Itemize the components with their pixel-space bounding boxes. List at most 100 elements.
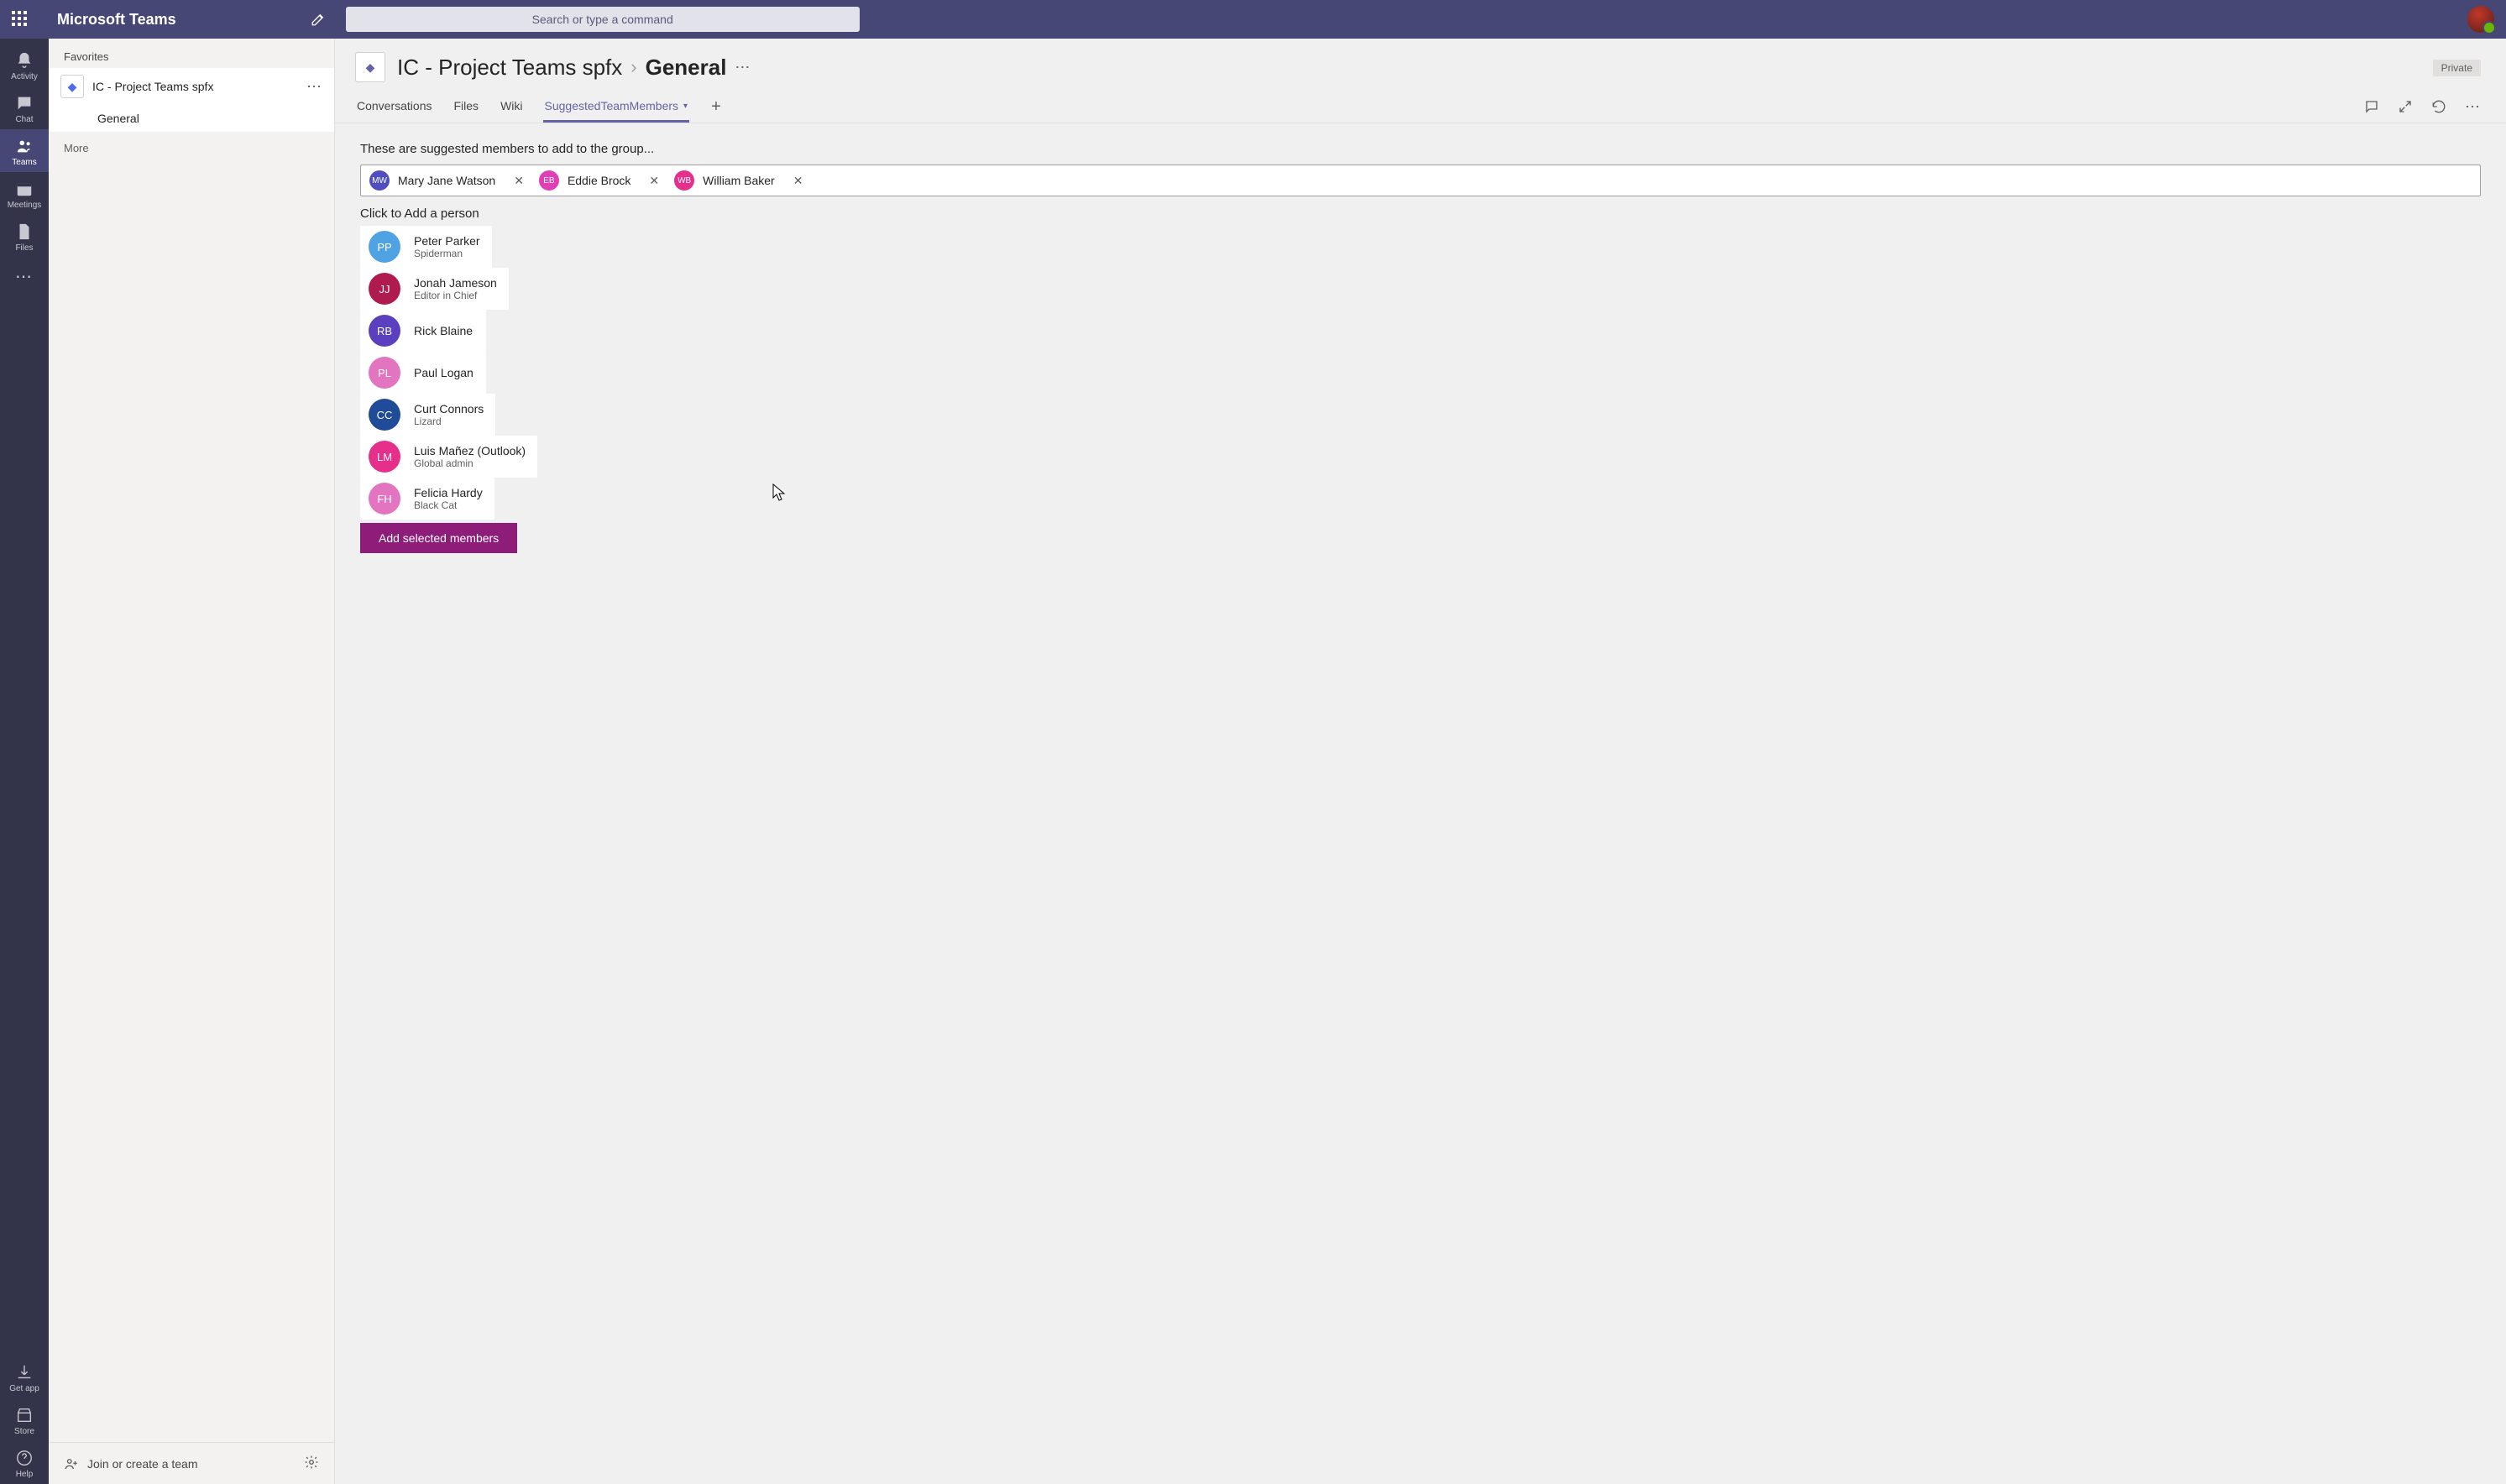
files-icon bbox=[14, 222, 34, 242]
rail-item-teams[interactable]: Teams bbox=[0, 129, 49, 172]
avatar-icon: WB bbox=[674, 170, 694, 191]
teams-icon bbox=[14, 136, 34, 156]
rail-label: Store bbox=[14, 1427, 34, 1436]
rail-item-help[interactable]: Help bbox=[0, 1441, 49, 1484]
suggestion-name: Jonah Jameson bbox=[414, 276, 497, 290]
search-placeholder: Search or type a command bbox=[532, 13, 673, 26]
rail-label: Get app bbox=[9, 1384, 39, 1393]
member-name: Eddie Brock bbox=[568, 174, 630, 187]
search-input[interactable]: Search or type a command bbox=[346, 7, 860, 32]
team-row[interactable]: ◆ IC - Project Teams spfx ⋯ bbox=[49, 68, 334, 105]
avatar-icon: RB bbox=[369, 315, 400, 347]
main-content: ◆ IC - Project Teams spfx › General ⋯ Pr… bbox=[335, 39, 2506, 1484]
store-icon bbox=[14, 1405, 34, 1425]
tab-files[interactable]: Files bbox=[453, 91, 481, 123]
suggestion-card[interactable]: PL Paul Logan bbox=[360, 352, 486, 394]
tab-more-icon[interactable]: ⋯ bbox=[2465, 98, 2481, 116]
team-avatar-icon: ◆ bbox=[60, 75, 84, 98]
join-create-team-button[interactable]: Join or create a team bbox=[64, 1456, 198, 1471]
suggestion-name: Paul Logan bbox=[414, 366, 473, 379]
hint-text: Click to Add a person bbox=[360, 206, 2481, 221]
selected-member-pill: EB Eddie Brock ✕ bbox=[539, 170, 662, 191]
suggestion-card[interactable]: CC Curt ConnorsLizard bbox=[360, 394, 495, 436]
rail-item-files[interactable]: Files bbox=[0, 215, 49, 258]
app-title: Microsoft Teams bbox=[57, 11, 176, 29]
app-launcher-icon[interactable] bbox=[12, 11, 29, 28]
tab-content: These are suggested members to add to th… bbox=[335, 123, 2506, 1484]
suggestion-name: Curt Connors bbox=[414, 402, 484, 415]
more-teams[interactable]: More bbox=[49, 132, 334, 165]
settings-gear-icon[interactable] bbox=[304, 1455, 319, 1472]
suggestion-subtitle: Editor in Chief bbox=[414, 290, 497, 301]
add-selected-members-button[interactable]: Add selected members bbox=[360, 523, 517, 553]
suggestion-subtitle: Lizard bbox=[414, 415, 484, 427]
suggestion-card[interactable]: FHFelicia HardyBlack Cat bbox=[360, 478, 494, 520]
avatar-icon: LM bbox=[369, 441, 400, 473]
remove-member-icon[interactable]: ✕ bbox=[510, 174, 527, 188]
member-name: Mary Jane Watson bbox=[398, 174, 495, 187]
rail-label: Files bbox=[15, 243, 33, 253]
rail-item-meetings[interactable]: Meetings bbox=[0, 172, 49, 215]
selected-members-box[interactable]: MWMary Jane Watson✕EBEddie Brock✕WBWilli… bbox=[360, 165, 2481, 196]
app-rail: Activity Chat Teams Meetings Files bbox=[0, 39, 49, 1484]
rail-label: Teams bbox=[12, 158, 36, 167]
breadcrumb: IC - Project Teams spfx › General ⋯ bbox=[397, 55, 751, 81]
breadcrumb-channel: General bbox=[646, 55, 727, 81]
tab-suggestedteammembers[interactable]: SuggestedTeamMembers ▾ bbox=[543, 91, 690, 123]
section-header-favorites: Favorites bbox=[49, 39, 334, 68]
calendar-icon bbox=[14, 179, 34, 199]
team-badge-icon: ◆ bbox=[355, 52, 385, 82]
rail-item-getapp[interactable]: Get app bbox=[0, 1356, 49, 1398]
suggestion-name: Peter Parker bbox=[414, 234, 480, 248]
title-bar: Microsoft Teams Search or type a command bbox=[0, 0, 2506, 39]
rail-label: Help bbox=[16, 1470, 34, 1479]
suggestion-subtitle: Global admin bbox=[414, 457, 526, 469]
rail-item-chat[interactable]: Chat bbox=[0, 86, 49, 129]
compose-icon[interactable] bbox=[311, 12, 326, 27]
rail-more-icon[interactable]: ⋯ bbox=[15, 258, 34, 295]
bell-icon bbox=[14, 50, 34, 71]
channel-general[interactable]: General bbox=[49, 105, 334, 132]
team-name: IC - Project Teams spfx bbox=[92, 80, 306, 93]
expand-icon[interactable] bbox=[2398, 99, 2413, 114]
people-add-icon bbox=[64, 1456, 79, 1471]
tab-conversations[interactable]: Conversations bbox=[355, 91, 434, 123]
avatar-icon: EB bbox=[539, 170, 559, 191]
rail-label: Activity bbox=[11, 72, 38, 81]
suggestion-card[interactable]: PP Peter ParkerSpiderman bbox=[360, 226, 492, 268]
suggestion-list: PP Peter ParkerSpiderman JJ Jonah JamesonEd… bbox=[360, 226, 2481, 520]
remove-member-icon[interactable]: ✕ bbox=[790, 174, 807, 188]
rail-item-activity[interactable]: Activity bbox=[0, 44, 49, 86]
suggestion-subtitle: Spiderman bbox=[414, 248, 480, 259]
team-more-icon[interactable]: ⋯ bbox=[306, 78, 322, 96]
suggestion-name: Rick Blaine bbox=[414, 324, 473, 337]
channel-more-icon[interactable]: ⋯ bbox=[735, 59, 751, 76]
suggestion-subtitle: Black Cat bbox=[414, 499, 483, 511]
tabs-row: Conversations Files Wiki SuggestedTeamMe… bbox=[335, 91, 2506, 123]
suggestion-card[interactable]: RB Rick Blaine bbox=[360, 310, 486, 352]
reply-icon[interactable] bbox=[2364, 99, 2379, 114]
avatar-icon: PP bbox=[369, 231, 400, 263]
suggestion-name: Felicia Hardy bbox=[414, 486, 483, 499]
add-tab-button[interactable]: + bbox=[708, 97, 725, 117]
avatar-icon: JJ bbox=[369, 273, 400, 305]
remove-member-icon[interactable]: ✕ bbox=[646, 174, 662, 188]
rail-item-store[interactable]: Store bbox=[0, 1398, 49, 1441]
avatar-icon: PL bbox=[369, 357, 400, 389]
breadcrumb-team[interactable]: IC - Project Teams spfx bbox=[397, 55, 622, 81]
selected-member-pill: WBWilliam Baker✕ bbox=[674, 170, 806, 191]
tab-wiki[interactable]: Wiki bbox=[499, 91, 524, 123]
join-label: Join or create a team bbox=[87, 1457, 198, 1471]
rail-label: Chat bbox=[15, 115, 33, 124]
suggestion-card[interactable]: LM Luis Mañez (Outlook)Global admin bbox=[360, 436, 537, 478]
suggestion-card[interactable]: JJ Jonah JamesonEditor in Chief bbox=[360, 268, 509, 310]
channel-header: ◆ IC - Project Teams spfx › General ⋯ Pr… bbox=[335, 39, 2506, 91]
download-icon bbox=[14, 1362, 34, 1382]
panel-footer: Join or create a team bbox=[49, 1442, 334, 1484]
refresh-icon[interactable] bbox=[2431, 99, 2446, 114]
selected-member-pill: MWMary Jane Watson✕ bbox=[369, 170, 527, 191]
avatar-icon: CC bbox=[369, 399, 400, 431]
profile-avatar[interactable] bbox=[2467, 6, 2494, 33]
suggestion-name: Luis Mañez (Outlook) bbox=[414, 444, 526, 457]
rail-label: Meetings bbox=[8, 201, 42, 210]
